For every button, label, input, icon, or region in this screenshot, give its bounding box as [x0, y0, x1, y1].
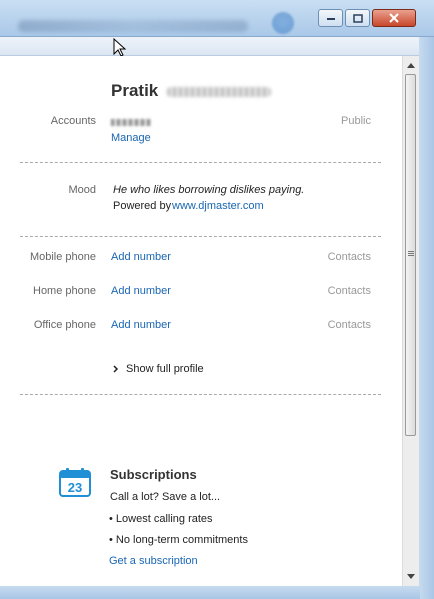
profile-panel: Pratik Accounts Public Manage Mood He wh…: [0, 56, 402, 586]
minimize-button[interactable]: [318, 9, 343, 27]
calendar-icon-number: 23: [68, 480, 82, 495]
minimize-icon: [326, 18, 335, 20]
subscriptions-bullet: • Lowest calling rates: [109, 513, 213, 525]
bullet-text: No long-term commitments: [115, 534, 248, 546]
maximize-button[interactable]: [345, 9, 370, 27]
accounts-label: Accounts: [50, 115, 96, 127]
add-number-link[interactable]: Add number: [111, 251, 171, 263]
blurred-window-title: [18, 20, 248, 32]
blurred-app-icon: [272, 12, 294, 34]
phone-visibility[interactable]: Contacts: [328, 319, 371, 331]
close-icon: [389, 13, 399, 23]
accounts-visibility: Public: [341, 115, 371, 127]
subscriptions-bullet: • No long-term commitments: [109, 534, 248, 546]
toolbar-strip: [0, 37, 420, 56]
close-button[interactable]: [372, 9, 416, 27]
window-frame-bottom: [0, 586, 420, 599]
get-subscription-link[interactable]: Get a subscription: [109, 555, 198, 567]
divider: [20, 236, 381, 237]
add-number-link[interactable]: Add number: [111, 285, 171, 297]
window-titlebar[interactable]: [0, 0, 434, 37]
maximize-icon: [352, 13, 363, 23]
grip-line: [408, 255, 414, 256]
redacted-account: [111, 119, 151, 126]
arrow-down-icon: [407, 573, 415, 579]
subscriptions-title: Subscriptions: [110, 467, 197, 482]
subscriptions-tagline: Call a lot? Save a lot...: [110, 491, 221, 503]
phone-visibility[interactable]: Contacts: [328, 251, 371, 263]
vertical-scrollbar[interactable]: [402, 56, 419, 586]
add-number-link[interactable]: Add number: [111, 319, 171, 331]
scroll-thumb[interactable]: [405, 74, 416, 436]
calendar-icon: 23: [59, 468, 91, 497]
powered-by-text: Powered by: [113, 200, 172, 212]
grip-line: [408, 253, 414, 254]
phone-visibility[interactable]: Contacts: [328, 285, 371, 297]
divider: [20, 162, 381, 163]
mouse-cursor-icon: [113, 38, 127, 57]
window-frame-right: [419, 37, 434, 599]
grip-line: [408, 251, 414, 252]
bullet-text: Lowest calling rates: [115, 513, 213, 525]
arrow-up-icon: [407, 62, 415, 68]
chevron-right-icon: [113, 365, 119, 373]
manage-link[interactable]: Manage: [111, 132, 151, 144]
mood-text: He who likes borrowing dislikes paying.: [113, 184, 305, 196]
redacted-surname: [167, 87, 271, 97]
phone-label: Home phone: [33, 285, 96, 297]
show-full-profile-label: Show full profile: [126, 363, 204, 375]
powered-by-link[interactable]: www.djmaster.com: [172, 200, 264, 212]
profile-name: Pratik: [111, 81, 159, 100]
phone-label: Mobile phone: [29, 251, 96, 263]
phone-label: Office phone: [33, 319, 96, 331]
mood-label: Mood: [68, 184, 96, 196]
scroll-down-button[interactable]: [403, 568, 419, 584]
divider: [20, 394, 381, 395]
scroll-up-button[interactable]: [403, 57, 419, 73]
